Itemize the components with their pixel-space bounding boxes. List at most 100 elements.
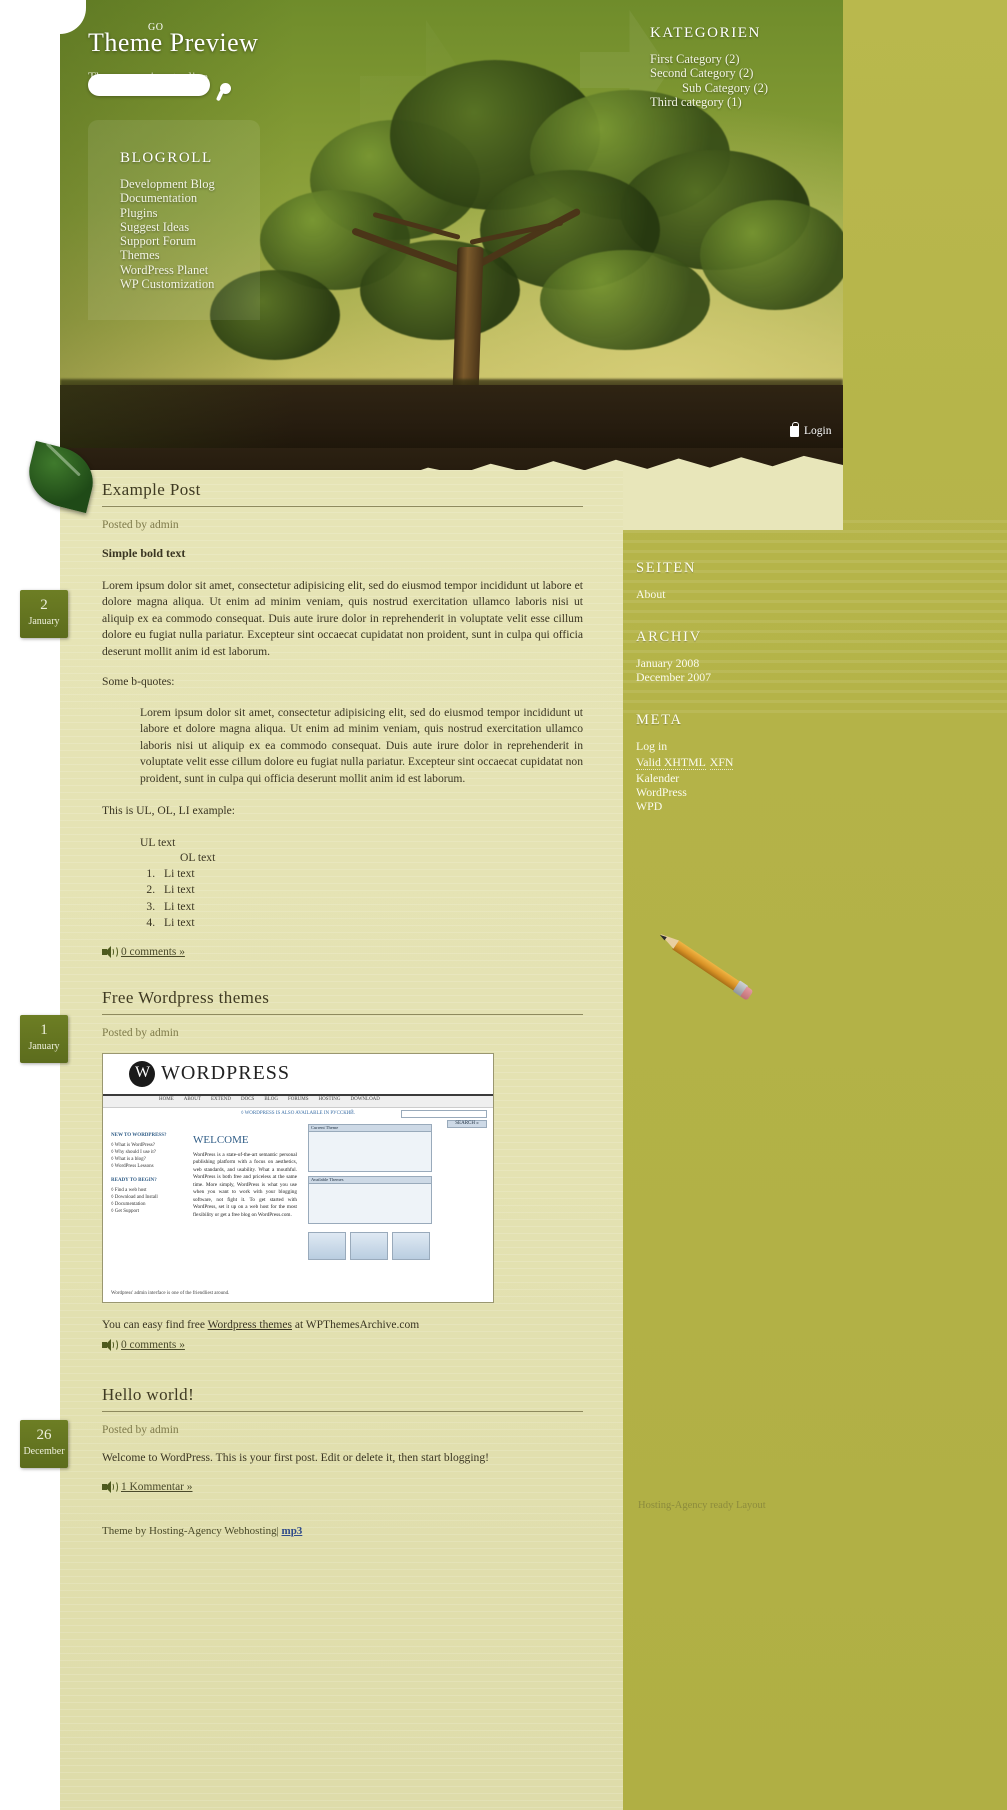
sidebar-item-wpd[interactable]: WPD (636, 799, 856, 813)
nav-item: BLOG (264, 1096, 278, 1102)
wordpress-screenshot-caption: Wordpress' admin interface is one of the… (111, 1290, 230, 1296)
theme-credit-footer: Theme by Hosting-Agency Webhosting| mp3 (102, 1525, 302, 1537)
list-item: Li text (158, 915, 583, 932)
post-date-badge: 1 January (20, 1015, 68, 1063)
theme-credit-text: Theme by Hosting-Agency Webhosting (102, 1525, 277, 1537)
left-column-item-2: ◊ Get Support (111, 1208, 140, 1214)
wordpress-body-text: WordPress is a state-of-the-art semantic… (193, 1151, 297, 1218)
post-caption: You can easy find free Wordpress themes … (102, 1317, 583, 1334)
post-comments-link[interactable]: 1 Kommentar » (102, 1480, 583, 1493)
post-paragraph-2: Some b-quotes: (102, 675, 175, 688)
wordpress-right-column: Current Theme Available Themes (308, 1123, 432, 1228)
post-title[interactable]: Example Post (102, 480, 583, 507)
categories-title: KATEGORIEN (650, 25, 761, 41)
post-title[interactable]: Hello world! (102, 1385, 583, 1412)
nav-item: DOWNLOAD (350, 1096, 380, 1102)
post-comments-link[interactable]: 0 comments » (102, 945, 583, 958)
sidebar-item-wordpress[interactable]: WordPress (636, 785, 856, 799)
wordpress-themes-link[interactable]: Wordpress themes (208, 1319, 292, 1331)
sidebar-item-about[interactable]: About (636, 587, 856, 601)
archiv-list: January 2008 December 2007 (636, 656, 856, 684)
login-label: Login (804, 425, 832, 437)
mp3-link[interactable]: mp3 (282, 1525, 303, 1537)
wordpress-nav: HOME ABOUT EXTEND DOCS BLOG FORUMS HOSTI… (103, 1095, 493, 1108)
widget-seiten: SEITEN About (636, 560, 856, 601)
date-day: 1 (40, 1022, 48, 1038)
blogroll-widget: BLOGROLL Development Blog Documentation … (120, 150, 310, 291)
left-column-title: NEW TO WORDPRESS? (111, 1132, 167, 1138)
widget-archiv: ARCHIV January 2008 December 2007 (636, 629, 856, 684)
left-column-item: ◊ What is a blog? (111, 1156, 146, 1162)
category-item-second[interactable]: Second Category (2) (650, 66, 840, 80)
speaker-icon (102, 1480, 118, 1493)
sidebar-item-log-in[interactable]: Log in (636, 739, 856, 753)
blogroll-item-support-forum[interactable]: Support Forum (120, 234, 310, 248)
blogroll-item-suggest-ideas[interactable]: Suggest Ideas (120, 220, 310, 234)
wordpress-search-button: SEARCH » (447, 1119, 487, 1128)
post-example-post: Example Post Posted by admin Simple bold… (102, 480, 583, 958)
comments-count-label[interactable]: 0 comments » (121, 946, 185, 958)
wordpress-brand-label: WORDPRESS (161, 1062, 291, 1084)
post-meta: Posted by admin (102, 1424, 179, 1436)
post-blockquote: Lorem ipsum dolor sit amet, consectetur … (140, 705, 583, 785)
blogroll-item-documentation[interactable]: Documentation (120, 191, 310, 205)
post-paragraph-3: This is UL, OL, LI example: (102, 804, 235, 817)
nav-item: FORUMS (287, 1096, 309, 1102)
search-submit-button[interactable] (220, 83, 236, 105)
post-date-badge: 26 December (20, 1420, 68, 1468)
post-meta: Posted by admin (102, 519, 179, 531)
search-form[interactable] (88, 74, 231, 96)
post-meta: Posted by admin (102, 1026, 179, 1039)
nav-item: HOSTING (318, 1096, 341, 1102)
blogroll-item-themes[interactable]: Themes (120, 248, 310, 262)
category-item-third[interactable]: Third category (1) (650, 95, 840, 109)
post-paragraph-1: Welcome to WordPress. This is your first… (102, 1451, 490, 1464)
comments-count-label[interactable]: 0 comments » (121, 1339, 185, 1351)
left-column-title-2: READY TO BEGIN? (111, 1177, 157, 1183)
nav-item: EXTEND (210, 1096, 231, 1102)
blogroll-item-wp-customization[interactable]: WP Customization (120, 277, 310, 291)
post-hello-world: Hello world! Posted by admin Welcome to … (102, 1385, 583, 1493)
speaker-icon (102, 945, 118, 958)
post-comments-link[interactable]: 0 comments » (102, 1339, 583, 1351)
caption-suffix: at WPThemesArchive.com (291, 1318, 420, 1331)
left-column-item-2: ◊ Documentation (111, 1201, 146, 1207)
comments-count-label[interactable]: 1 Kommentar » (121, 1481, 193, 1493)
sidebar-item-valid-xhtml[interactable]: Valid XHTML (636, 755, 706, 770)
post-unordered-list: UL text OL text (140, 834, 583, 864)
blogroll-list: Development Blog Documentation Plugins S… (120, 177, 310, 291)
widget-title-archiv: ARCHIV (636, 629, 702, 645)
widget-meta: META Log in Valid XHTML XFN Kalender Wor… (636, 712, 856, 813)
panel-title: Current Theme (309, 1124, 431, 1132)
category-item-sub[interactable]: Sub Category (2) (650, 81, 840, 95)
wordpress-screenshot-image: WORDPRESS HOME ABOUT EXTEND DOCS BLOG FO… (102, 1052, 494, 1303)
arrow-watermark-icon (360, 20, 480, 180)
sidebar-item-xfn[interactable]: XFN (709, 755, 734, 770)
wordpress-thumbnails (308, 1231, 430, 1260)
sidebar-item-january-2008[interactable]: January 2008 (636, 656, 856, 670)
date-month: January (28, 616, 60, 627)
post-title[interactable]: Free Wordpress themes (102, 988, 583, 1015)
wordpress-left-column: NEW TO WORDPRESS? ◊ What is WordPress? ◊… (111, 1132, 185, 1215)
list-item-ul: UL text (140, 835, 176, 849)
blogroll-item-development-blog[interactable]: Development Blog (120, 177, 310, 191)
sidebar-item-kalender[interactable]: Kalender (636, 771, 856, 785)
widget-title-meta: META (636, 712, 683, 728)
post-ordered-list: Li text Li text Li text Li text (158, 866, 583, 932)
sidebar-item-december-2007[interactable]: December 2007 (636, 670, 856, 684)
panel-title-2: Available Themes (309, 1176, 431, 1184)
left-column-item: ◊ What is WordPress? (111, 1142, 155, 1148)
search-icon (220, 83, 231, 94)
caption-prefix: You can easy find free (102, 1318, 208, 1331)
blogroll-item-plugins[interactable]: Plugins (120, 206, 310, 220)
left-column-item-2: ◊ Download and Install (111, 1194, 158, 1200)
site-title: Theme Preview (88, 28, 259, 57)
nav-item: ABOUT (183, 1096, 201, 1102)
seiten-list: About (636, 587, 856, 601)
category-item-first[interactable]: First Category (2) (650, 52, 840, 66)
speaker-icon (102, 1339, 118, 1351)
search-input[interactable] (88, 74, 210, 96)
login-link[interactable]: Login (790, 421, 832, 437)
blogroll-item-wordpress-planet[interactable]: WordPress Planet (120, 263, 310, 277)
blogroll-title: BLOGROLL (120, 150, 213, 166)
